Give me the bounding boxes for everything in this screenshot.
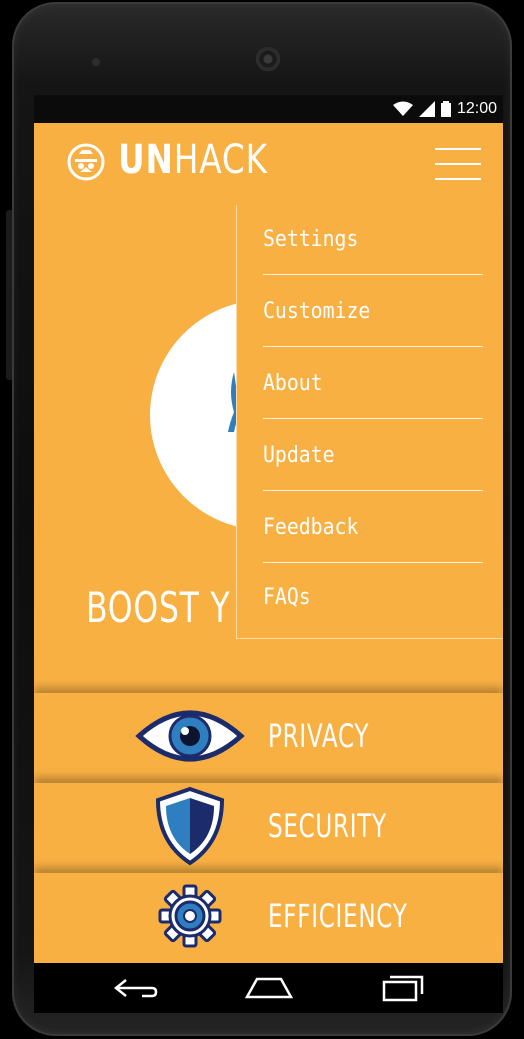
screen: 12:00 UNHACK BOOST Y PRIVACY SECURITY EF… (34, 95, 503, 963)
home-button[interactable] (239, 971, 299, 1005)
menu-item-faqs[interactable]: FAQs (263, 563, 483, 633)
menu-item-label: Feedback (263, 515, 359, 540)
feature-row-efficiency[interactable]: EFFICIENCY (34, 873, 503, 959)
menu-button[interactable] (435, 146, 481, 182)
phone-frame: 12:00 UNHACK BOOST Y PRIVACY SECURITY EF… (0, 0, 524, 1039)
feature-label: SECURITY (268, 807, 387, 845)
overflow-menu: Settings Customize About Update Feedback… (236, 205, 503, 639)
menu-item-update[interactable]: Update (263, 421, 483, 491)
menu-icon-bar (435, 178, 481, 180)
logo-icon (67, 143, 105, 181)
menu-item-customize[interactable]: Customize (263, 277, 483, 347)
divider (263, 346, 483, 347)
shield-icon (130, 785, 250, 867)
app-bar: UNHACK (34, 123, 503, 206)
menu-item-about[interactable]: About (263, 349, 483, 419)
menu-item-label: Settings (263, 227, 359, 252)
menu-item-label: Customize (263, 299, 371, 324)
divider (263, 274, 483, 275)
app-logo-text: UNHACK (118, 137, 268, 183)
divider (263, 490, 483, 491)
signal-icon (418, 101, 435, 117)
wifi-icon (392, 101, 413, 116)
proximity-sensor (92, 58, 100, 66)
back-button[interactable] (106, 971, 166, 1005)
status-time: 12:00 (456, 100, 497, 117)
menu-icon-bar (435, 163, 481, 165)
menu-item-label: FAQs (263, 585, 311, 610)
battery-icon (440, 101, 451, 117)
front-camera (255, 46, 281, 72)
menu-item-label: About (263, 371, 323, 396)
menu-icon-bar (435, 148, 481, 150)
feature-row-privacy[interactable]: PRIVACY (34, 693, 503, 779)
recents-icon (382, 975, 424, 1002)
status-bar: 12:00 (34, 95, 503, 123)
feature-label: EFFICIENCY (268, 897, 408, 935)
navigation-bar (34, 963, 503, 1013)
feature-row-security[interactable]: SECURITY (34, 783, 503, 869)
menu-item-label: Update (263, 443, 335, 468)
gear-icon (130, 875, 250, 957)
feature-label: PRIVACY (268, 717, 370, 755)
eye-icon (130, 695, 250, 777)
hero-headline: BOOST Y (86, 583, 231, 632)
menu-item-settings[interactable]: Settings (263, 205, 483, 275)
home-icon (244, 977, 294, 999)
recents-button[interactable] (372, 971, 432, 1005)
back-icon (113, 979, 158, 998)
divider (263, 418, 483, 419)
menu-item-feedback[interactable]: Feedback (263, 493, 483, 563)
